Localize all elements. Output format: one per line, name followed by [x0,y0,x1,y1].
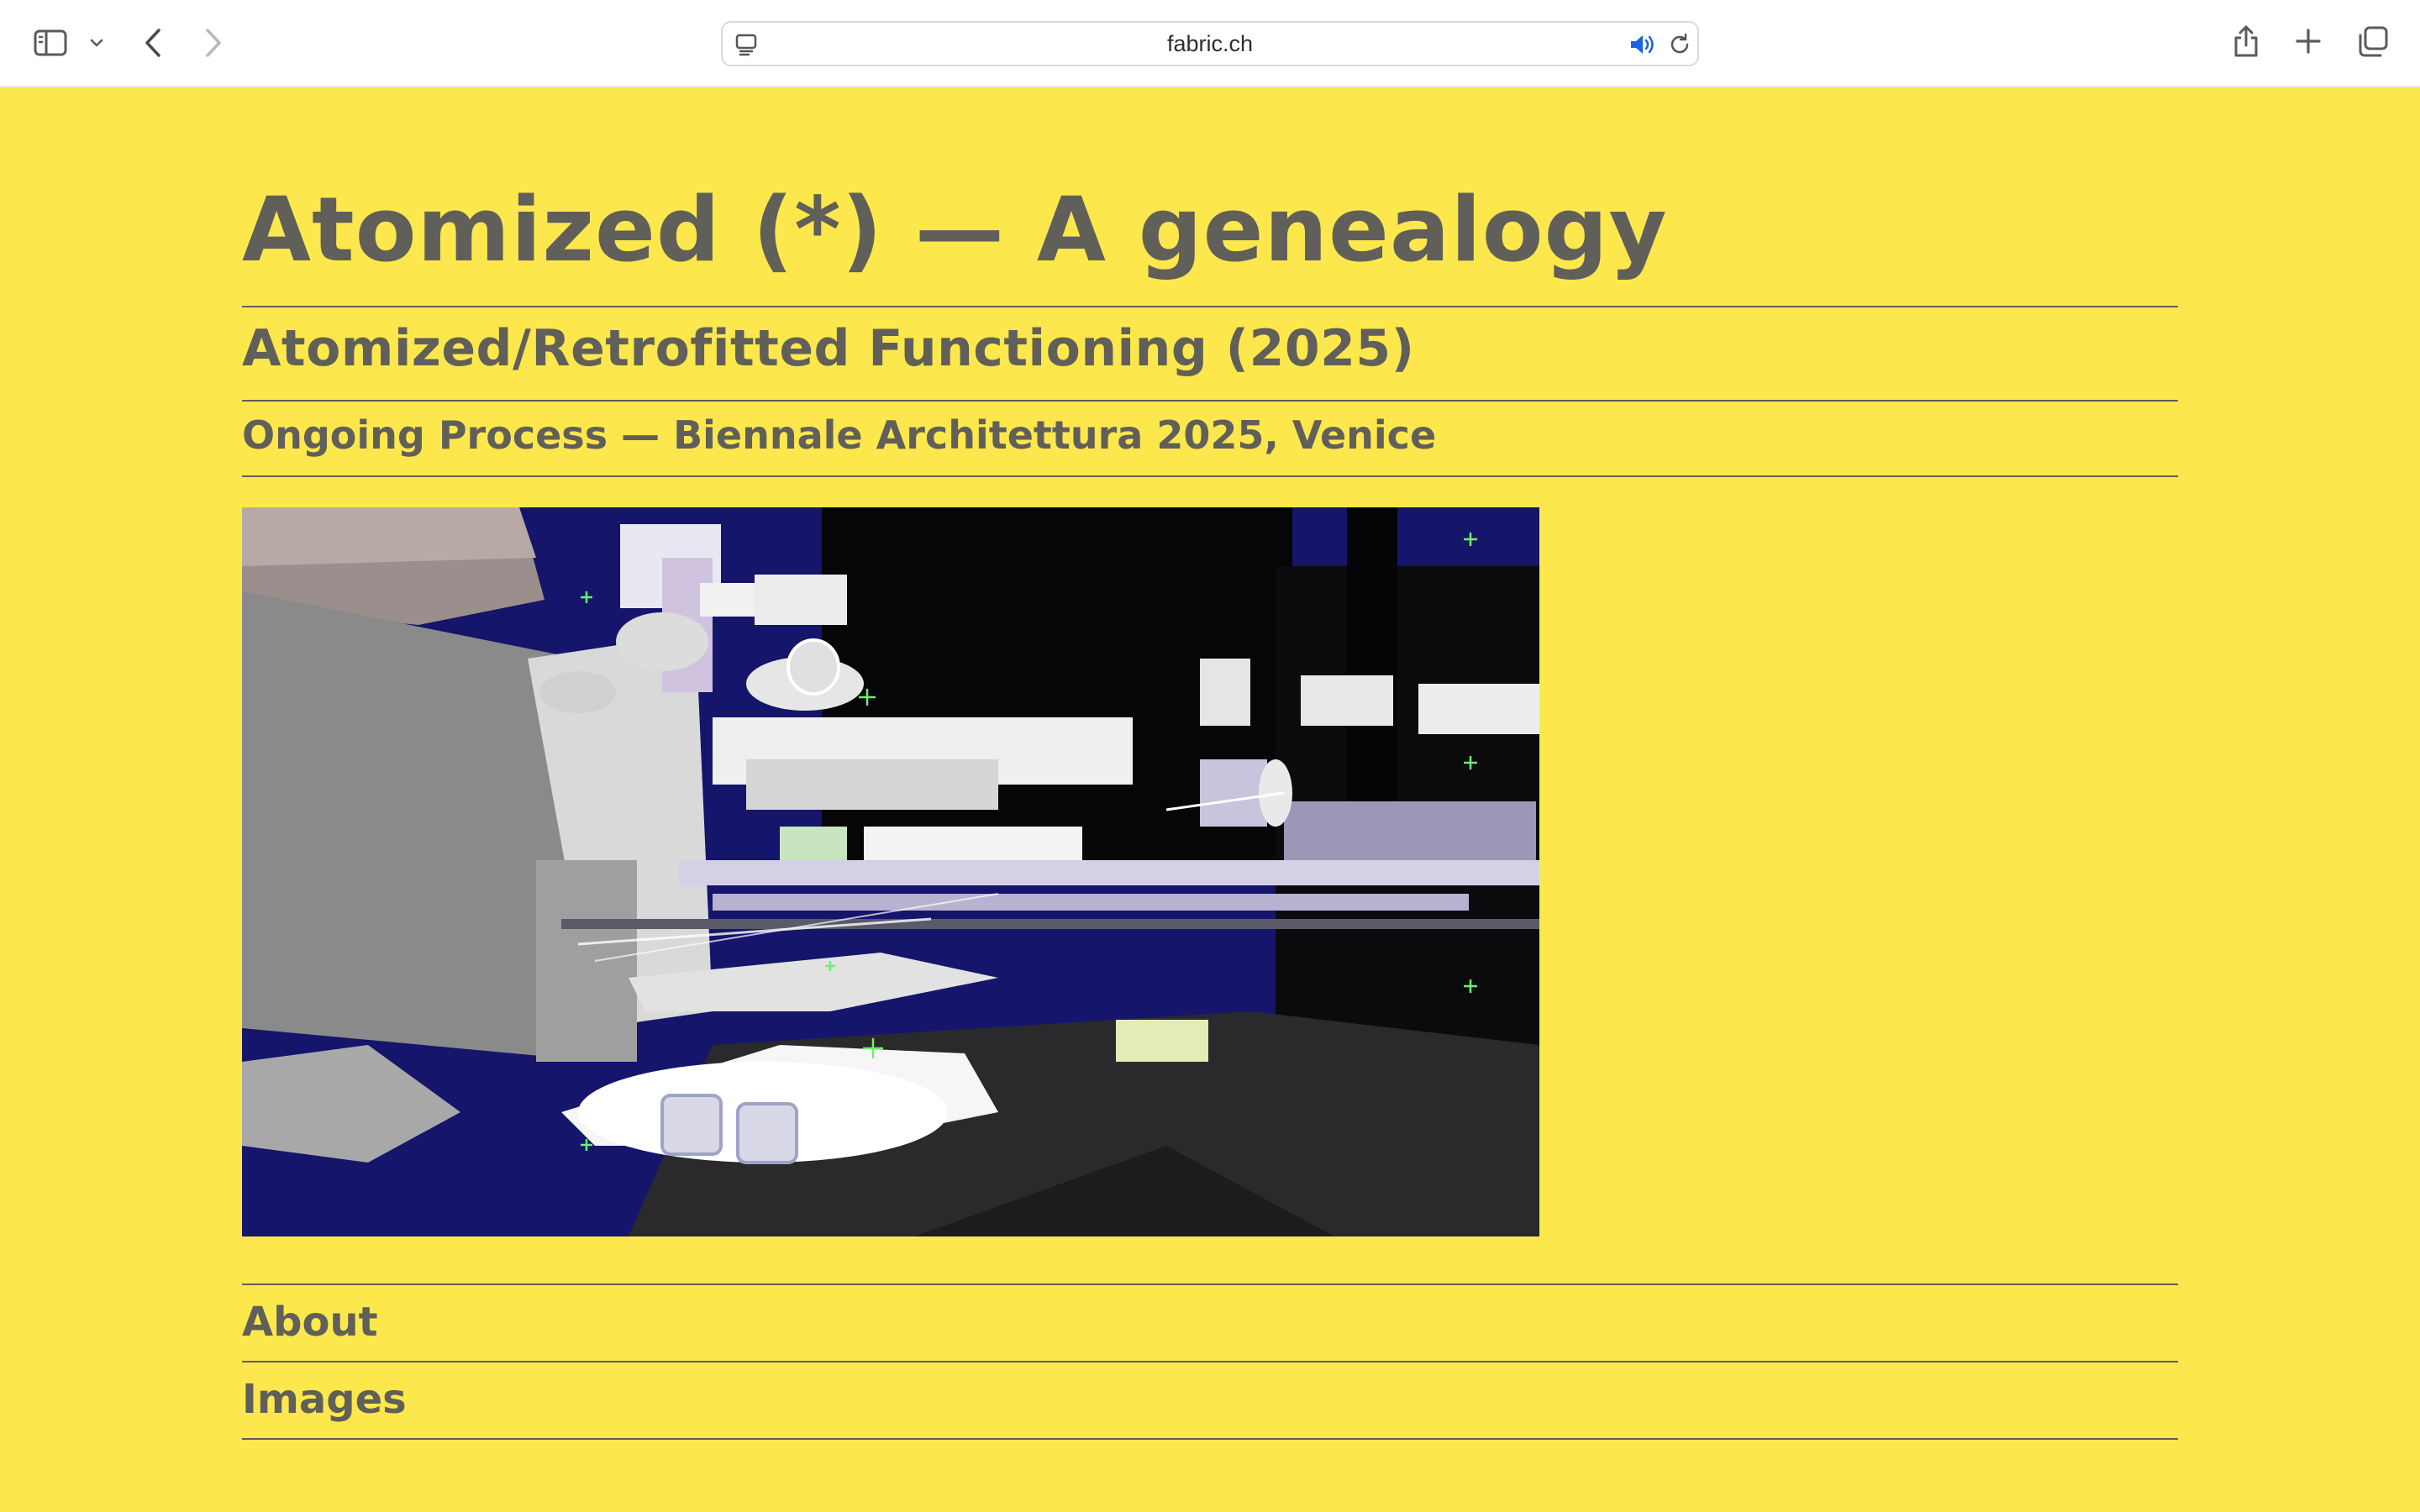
nav-link-about[interactable]: About [242,1297,378,1347]
url-text[interactable]: fabric.ch [723,23,1697,65]
share-icon[interactable] [2232,24,2260,59]
address-bar[interactable]: fabric.ch [721,21,1699,66]
chevron-down-icon[interactable] [89,37,104,49]
video-frame-illustration [242,507,1539,1236]
page-title: Atomized (*) — A genealogy [242,178,1668,281]
divider [242,1438,2178,1440]
browser-toolbar: fabric.ch [0,0,2420,87]
divider [242,400,2178,402]
divider [242,1284,2178,1285]
project-subtitle: Atomized/Retrofitted Functioning (2025) [242,319,1415,378]
project-tagline: Ongoing Process — Biennale Architettura … [242,412,1437,458]
divider [242,306,2178,307]
nav-link-images[interactable]: Images [242,1374,407,1425]
forward-icon[interactable] [202,27,224,59]
audio-playing-icon[interactable] [1628,33,1657,56]
sidebar-icon[interactable] [34,29,67,57]
reload-icon[interactable] [1667,32,1692,57]
new-tab-icon[interactable] [2294,27,2323,55]
back-icon[interactable] [143,27,165,59]
project-video[interactable] [242,507,1539,1236]
tab-overview-icon[interactable] [2356,25,2390,59]
divider [242,1361,2178,1362]
divider [242,475,2178,477]
